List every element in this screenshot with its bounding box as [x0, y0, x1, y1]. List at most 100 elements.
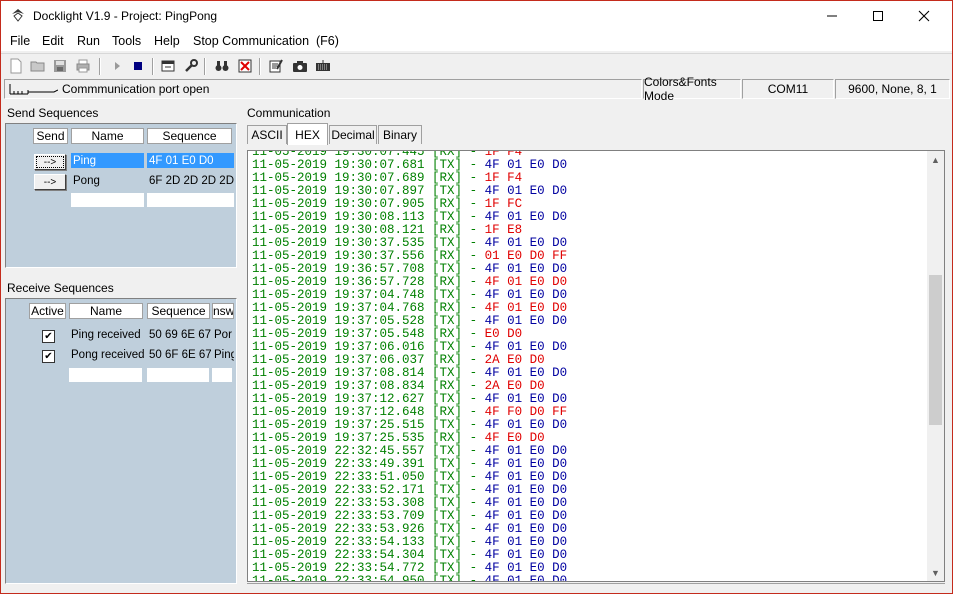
log-direction: [RX]: [432, 275, 463, 289]
send-sequence-pong[interactable]: 6F 2D 2D 2D 2D: [147, 173, 234, 188]
send-sequence-ping[interactable]: 4F 01 E0 D0: [147, 153, 234, 168]
tab-decimal[interactable]: Decimal: [329, 125, 377, 144]
log-timestamp: 11-05-2019 19:37:25.515: [252, 418, 425, 432]
menu-edit[interactable]: Edit: [42, 34, 64, 48]
send-new-sequence-field[interactable]: [147, 193, 234, 207]
receive-answer-pong[interactable]: Ping: [212, 347, 234, 362]
log-separator: -: [462, 171, 485, 185]
maximize-button[interactable]: [855, 1, 901, 31]
send-name-ping[interactable]: Ping: [71, 153, 144, 168]
menu-help[interactable]: Help: [154, 34, 180, 48]
log-separator: -: [462, 418, 485, 432]
new-project-button[interactable]: [7, 57, 25, 75]
receive-answer-ping[interactable]: Por: [212, 327, 234, 342]
save-project-button[interactable]: [51, 57, 69, 75]
send-new-name-field[interactable]: [71, 193, 144, 207]
keyboard-console-button[interactable]: [314, 57, 332, 75]
receive-header-sequence[interactable]: Sequence: [147, 303, 210, 319]
tab-binary[interactable]: Binary: [378, 125, 422, 144]
log-direction: [TX]: [432, 548, 463, 562]
tab-ascii[interactable]: ASCII: [247, 125, 287, 144]
menu-file[interactable]: File: [10, 34, 30, 48]
find-button[interactable]: [213, 57, 231, 75]
scroll-up-arrow-icon[interactable]: ▲: [927, 151, 944, 168]
log-timestamp: 11-05-2019 19:37:08.814: [252, 366, 425, 380]
log-data: 4F 01 E0 D0: [484, 392, 568, 406]
send-header-name[interactable]: Name: [71, 128, 144, 144]
receive-new-sequence-field[interactable]: [147, 368, 209, 382]
log-data: 4F 01 E0 D0: [484, 288, 568, 302]
save-icon: [54, 60, 66, 72]
log-direction: [TX]: [432, 236, 463, 250]
scroll-down-arrow-icon[interactable]: ▼: [927, 564, 944, 581]
send-header-sequence[interactable]: Sequence: [147, 128, 232, 144]
send-name-pong[interactable]: Pong: [71, 173, 144, 188]
log-timestamp: 11-05-2019 22:33:51.050: [252, 470, 425, 484]
open-project-button[interactable]: [29, 57, 47, 75]
log-timestamp: 11-05-2019 19:37:12.627: [252, 392, 425, 406]
send-ping-button[interactable]: -->: [34, 154, 66, 170]
log-separator: -: [462, 535, 485, 549]
wrench-icon: [185, 59, 198, 72]
clear-log-button[interactable]: [236, 57, 254, 75]
log-timestamp: 11-05-2019 22:33:54.304: [252, 548, 425, 562]
communication-log: 11-05-2019 19:30:07.445 [RX] - 1F F4 11-0…: [252, 151, 922, 581]
scroll-thumb[interactable]: [929, 275, 942, 425]
log-data: 4F 01 E0 D0: [484, 509, 568, 523]
receive-active-checkbox-pong[interactable]: ✔: [42, 350, 55, 363]
log-direction: [TX]: [432, 509, 463, 523]
send-header-send[interactable]: Send: [33, 128, 68, 144]
menu-tools[interactable]: Tools: [112, 34, 141, 48]
receive-active-checkbox-ping[interactable]: ✔: [42, 330, 55, 343]
log-data: 4F 01 E0 D0: [484, 210, 568, 224]
close-button[interactable]: [901, 1, 947, 31]
communication-log-window[interactable]: 11-05-2019 19:30:07.445 [RX] - 1F F4 11-0…: [247, 150, 945, 582]
receive-new-answer-field[interactable]: [212, 368, 232, 382]
send-pong-button[interactable]: -->: [34, 174, 66, 190]
log-direction: [TX]: [432, 340, 463, 354]
stop-communication-button[interactable]: [129, 57, 147, 75]
log-direction: [RX]: [432, 405, 463, 419]
receive-header-active[interactable]: Active: [29, 303, 66, 319]
com-port: COM11: [742, 79, 834, 99]
log-separator: -: [462, 392, 485, 406]
log-timestamp: 11-05-2019 19:37:05.548: [252, 327, 425, 341]
tools-button[interactable]: [182, 57, 200, 75]
print-button[interactable]: [74, 57, 92, 75]
stop-icon: [134, 62, 142, 70]
log-direction: [RX]: [432, 301, 463, 315]
toolbar: [1, 53, 952, 78]
tab-hex[interactable]: HEX: [287, 123, 328, 145]
receive-sequence-ping[interactable]: 50 69 6E 67: [147, 327, 211, 342]
log-data: 2A E0 D0: [484, 379, 545, 393]
log-data: 4F 01 E0 D0: [484, 522, 568, 536]
log-timestamp: 11-05-2019 19:30:37.556: [252, 249, 425, 263]
log-direction: [TX]: [432, 366, 463, 380]
receive-name-pong[interactable]: Pong received: [69, 347, 145, 362]
log-data: 4F 01 E0 D0: [484, 535, 568, 549]
snapshot-button[interactable]: [291, 57, 309, 75]
log-separator: -: [462, 353, 485, 367]
receive-new-name-field[interactable]: [69, 368, 142, 382]
log-direction: [RX]: [432, 379, 463, 393]
menu-stop-communication[interactable]: Stop Communication (F6): [193, 34, 339, 48]
log-direction: [TX]: [432, 262, 463, 276]
log-timestamp: 11-05-2019 22:33:54.772: [252, 561, 425, 575]
log-timestamp: 11-05-2019 19:37:06.016: [252, 340, 425, 354]
receive-header-answer[interactable]: nsw: [212, 303, 234, 319]
log-direction: [RX]: [432, 223, 463, 237]
bottom-splitter[interactable]: [247, 583, 945, 592]
menu-run[interactable]: Run: [77, 34, 100, 48]
receive-name-ping[interactable]: Ping received: [69, 327, 145, 342]
receive-header-name[interactable]: Name: [69, 303, 143, 319]
log-separator: -: [462, 236, 485, 250]
communication-title: Communication: [247, 106, 331, 120]
log-vertical-scrollbar[interactable]: ▲ ▼: [927, 151, 944, 581]
project-settings-button[interactable]: [159, 57, 177, 75]
log-separator: -: [462, 301, 485, 315]
start-communication-button[interactable]: [108, 57, 126, 75]
receive-sequence-pong[interactable]: 50 6F 6E 67: [147, 347, 211, 362]
minimize-button[interactable]: [809, 1, 855, 31]
edit-notes-button[interactable]: [267, 57, 285, 75]
log-direction: [TX]: [432, 561, 463, 575]
